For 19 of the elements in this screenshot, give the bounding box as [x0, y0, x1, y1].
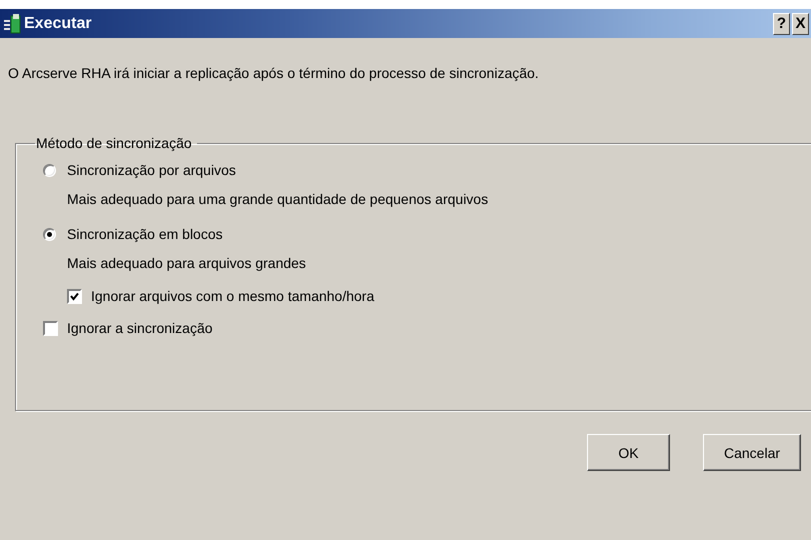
- app-icon: [4, 14, 21, 34]
- checkbox-label[interactable]: Ignorar a sincronização: [67, 320, 213, 336]
- close-button[interactable]: X: [792, 12, 809, 34]
- cancel-button[interactable]: Cancelar: [703, 434, 801, 471]
- group-title: Método de sincronização: [35, 135, 193, 151]
- radio-label[interactable]: Sincronização em blocos: [67, 226, 223, 242]
- message-text: O Arcserve RHA irá iniciar a replicação após o término do processo de sincronização.: [8, 64, 540, 83]
- radio-button[interactable]: [43, 164, 56, 176]
- option-description: Mais adequado para arquivos grandes: [67, 254, 307, 273]
- checkbox-label[interactable]: Ignorar arquivos com o mesmo tamanho/hora: [91, 288, 374, 304]
- help-button[interactable]: ?: [773, 12, 790, 34]
- radio-button[interactable]: [43, 228, 56, 240]
- checkbox[interactable]: [43, 320, 58, 336]
- check-icon: [70, 292, 79, 300]
- option-description: Mais adequado para uma grande quantidade de pequenos arquivos: [67, 190, 490, 209]
- checkbox[interactable]: [67, 288, 82, 304]
- radio-label[interactable]: Sincronização por arquivos: [67, 162, 236, 178]
- window-title: Executar: [24, 14, 93, 32]
- ok-button[interactable]: OK: [587, 434, 670, 471]
